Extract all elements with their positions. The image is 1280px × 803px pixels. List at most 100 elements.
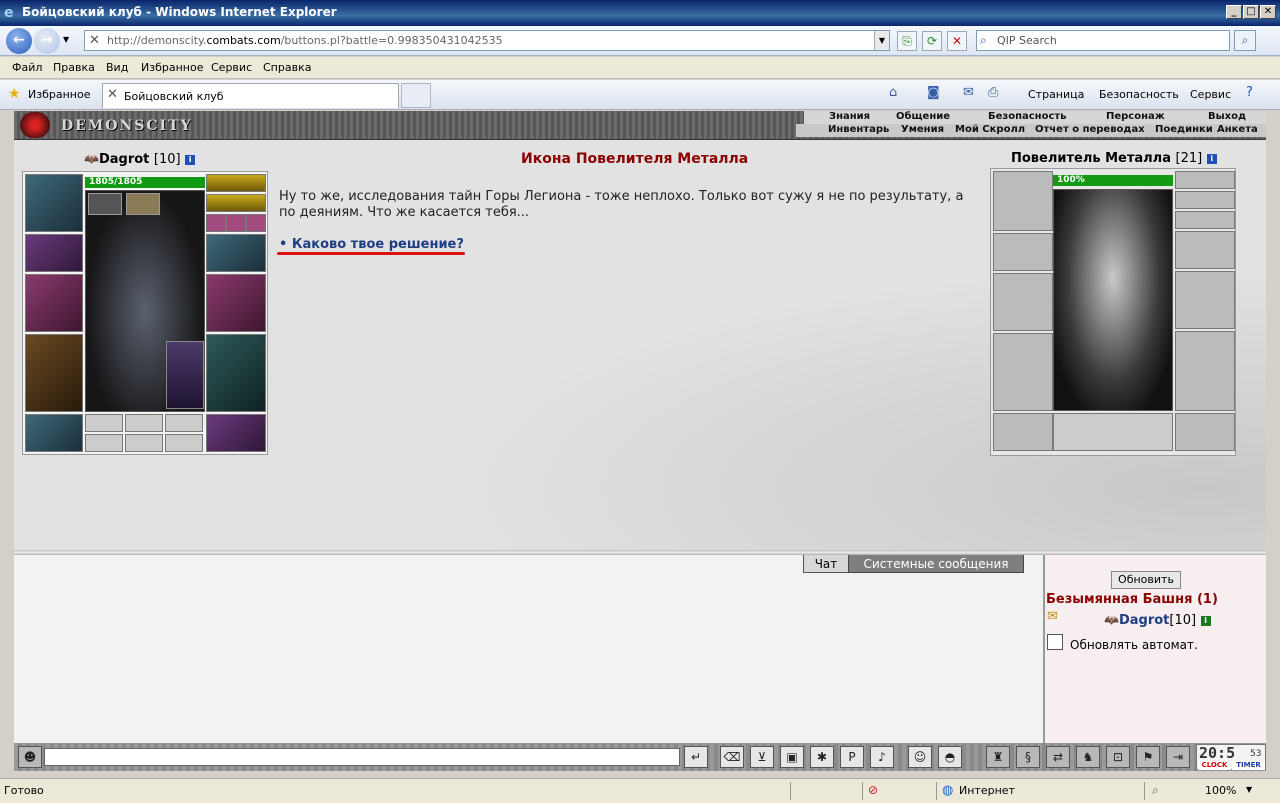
buff-slot-2[interactable] — [126, 193, 160, 215]
minimize-button[interactable]: _ — [1226, 5, 1242, 19]
send-icon[interactable]: ↵ — [684, 746, 708, 768]
nav-exit[interactable]: Выход — [1208, 111, 1246, 122]
refresh-button[interactable]: Обновить — [1111, 571, 1181, 589]
ring-slot-1[interactable] — [85, 414, 123, 432]
smile-head-icon[interactable]: ☻ — [18, 746, 42, 768]
member-info-icon[interactable]: i — [1200, 616, 1211, 626]
close-button[interactable]: ✕ — [1260, 5, 1276, 19]
nav-knowledge[interactable]: Знания — [829, 111, 870, 122]
pet-icon[interactable]: ♞ — [1076, 746, 1100, 768]
necklace-slot[interactable] — [206, 174, 266, 192]
ring-slot-2[interactable] — [125, 414, 163, 432]
gloves-slot[interactable] — [206, 234, 266, 272]
earring-slot[interactable] — [206, 194, 266, 212]
maximize-button[interactable]: □ — [1243, 5, 1259, 19]
stop-icon[interactable]: ✕ — [947, 31, 967, 51]
nav-inventory[interactable]: Инвентарь — [828, 124, 889, 135]
transfer-icon[interactable]: ⇄ — [1046, 746, 1070, 768]
zoom-dropdown-icon[interactable]: ▼ — [1246, 785, 1252, 794]
boots-slot[interactable] — [206, 414, 266, 452]
menu-favorites[interactable]: Избранное — [141, 61, 203, 74]
emotes-icon[interactable]: ✱ — [810, 746, 834, 768]
mail-icon[interactable]: ✉ — [963, 85, 974, 100]
rune-slot-2[interactable] — [125, 434, 163, 452]
print-icon[interactable]: ⎙ — [988, 85, 998, 100]
safety-menu[interactable]: Безопасность — [1099, 88, 1179, 101]
rune-slot-3[interactable] — [165, 434, 203, 452]
search-go-button[interactable]: ⌕ — [1234, 30, 1256, 51]
nav-my-scroll[interactable]: Мой Скролл — [955, 124, 1025, 135]
pants-slot[interactable] — [206, 334, 266, 412]
new-tab-button[interactable] — [401, 83, 431, 108]
quest-scroll-icon[interactable]: § — [1016, 746, 1040, 768]
help-icon[interactable]: ? — [1246, 85, 1253, 100]
history-dropdown-icon[interactable]: ▼ — [63, 35, 69, 44]
exit-icon[interactable]: ⇥ — [1166, 746, 1190, 768]
auto-refresh-checkbox[interactable] — [1047, 634, 1063, 650]
zoom-level[interactable]: 100% — [1205, 784, 1236, 797]
address-field[interactable]: ✕ http://demonscity.combats.com/buttons.… — [84, 30, 890, 51]
compatibility-icon[interactable]: ⎘ — [897, 31, 917, 51]
clear-icon[interactable]: ⌫ — [720, 746, 744, 768]
clock-label[interactable]: CLOCK — [1198, 761, 1231, 770]
tab-chat[interactable]: Чат — [803, 555, 849, 573]
npc-info-icon[interactable]: i — [1206, 154, 1217, 164]
npc-name[interactable]: Повелитель Металла [21] i — [1011, 151, 1217, 166]
flag-icon[interactable]: ⚑ — [1136, 746, 1160, 768]
menu-help[interactable]: Справка — [263, 61, 311, 74]
filter-icon[interactable]: ⊻ — [750, 746, 774, 768]
feeds-icon[interactable]: ◙ — [927, 85, 940, 100]
protected-mode-icon[interactable]: ⊘ — [868, 783, 878, 797]
address-dropdown-icon[interactable]: ▼ — [874, 31, 889, 50]
tab-system-messages[interactable]: Системные сообщения — [848, 555, 1024, 573]
nav-character[interactable]: Персонаж — [1106, 111, 1165, 122]
forward-button[interactable]: → — [34, 28, 60, 54]
player-name[interactable]: 🦇Dagrot [10] i — [84, 152, 196, 167]
armor-slot[interactable] — [25, 334, 83, 412]
weapon-right-slot[interactable] — [206, 274, 266, 332]
nav-duels[interactable]: Поединки — [1155, 124, 1213, 135]
dialog-answer-link[interactable]: • Каково твое решение? — [279, 237, 464, 252]
security-zone[interactable]: Интернет — [959, 784, 1015, 797]
nav-communication[interactable]: Общение — [896, 111, 950, 122]
menu-tools[interactable]: Сервис — [211, 61, 252, 74]
tools-menu[interactable]: Сервис — [1190, 88, 1231, 101]
bracers-slot[interactable] — [25, 234, 83, 272]
menu-file[interactable]: Файл — [12, 61, 42, 74]
page-menu[interactable]: Страница — [1028, 88, 1084, 101]
room-member[interactable]: 🦇Dagrot[10] i — [1104, 613, 1211, 628]
nav-profile[interactable]: Анкета — [1217, 124, 1258, 135]
chat-input[interactable] — [44, 748, 680, 766]
nav-skills[interactable]: Умения — [901, 124, 944, 135]
home-icon[interactable]: ⌂ — [889, 85, 897, 100]
refresh-icon[interactable]: ⟳ — [922, 31, 942, 51]
menu-edit[interactable]: Правка — [53, 61, 95, 74]
menu-view[interactable]: Вид — [106, 61, 128, 74]
favorites-button[interactable]: Избранное — [28, 88, 90, 101]
private-message-icon[interactable]: ✉ — [1047, 609, 1058, 624]
nav-transfer-report[interactable]: Отчет о переводах — [1035, 124, 1145, 135]
ring-right-2[interactable] — [226, 214, 246, 232]
player-info-icon[interactable]: i — [185, 155, 196, 165]
ring-right-1[interactable] — [206, 214, 226, 232]
player-avatar[interactable] — [85, 190, 205, 412]
pet-owl-slot[interactable] — [166, 341, 204, 409]
helmet-slot[interactable] — [25, 174, 83, 232]
belt-slot[interactable] — [25, 414, 83, 452]
nav-security[interactable]: Безопасность — [988, 111, 1067, 122]
lock-icon[interactable]: ⊡ — [1106, 746, 1130, 768]
ring-slot-3[interactable] — [165, 414, 203, 432]
favorites-star-icon[interactable]: ★ — [8, 86, 21, 102]
sound-icon[interactable]: ♪ — [870, 746, 894, 768]
save-icon[interactable]: ▣ — [780, 746, 804, 768]
search-input[interactable]: ⌕ QIP Search — [976, 30, 1230, 51]
browser-tab[interactable]: ✕ Бойцовский клуб — [102, 83, 399, 108]
chat-log[interactable] — [14, 555, 1043, 743]
translit-icon[interactable]: P — [840, 746, 864, 768]
inventory-bag-icon[interactable]: ♜ — [986, 746, 1010, 768]
helmet-icon[interactable]: ◓ — [938, 746, 962, 768]
timer-label[interactable]: TIMER — [1232, 761, 1265, 770]
buff-slot-1[interactable] — [88, 193, 122, 215]
ring-right-3[interactable] — [246, 214, 266, 232]
weapon-left-slot[interactable] — [25, 274, 83, 332]
